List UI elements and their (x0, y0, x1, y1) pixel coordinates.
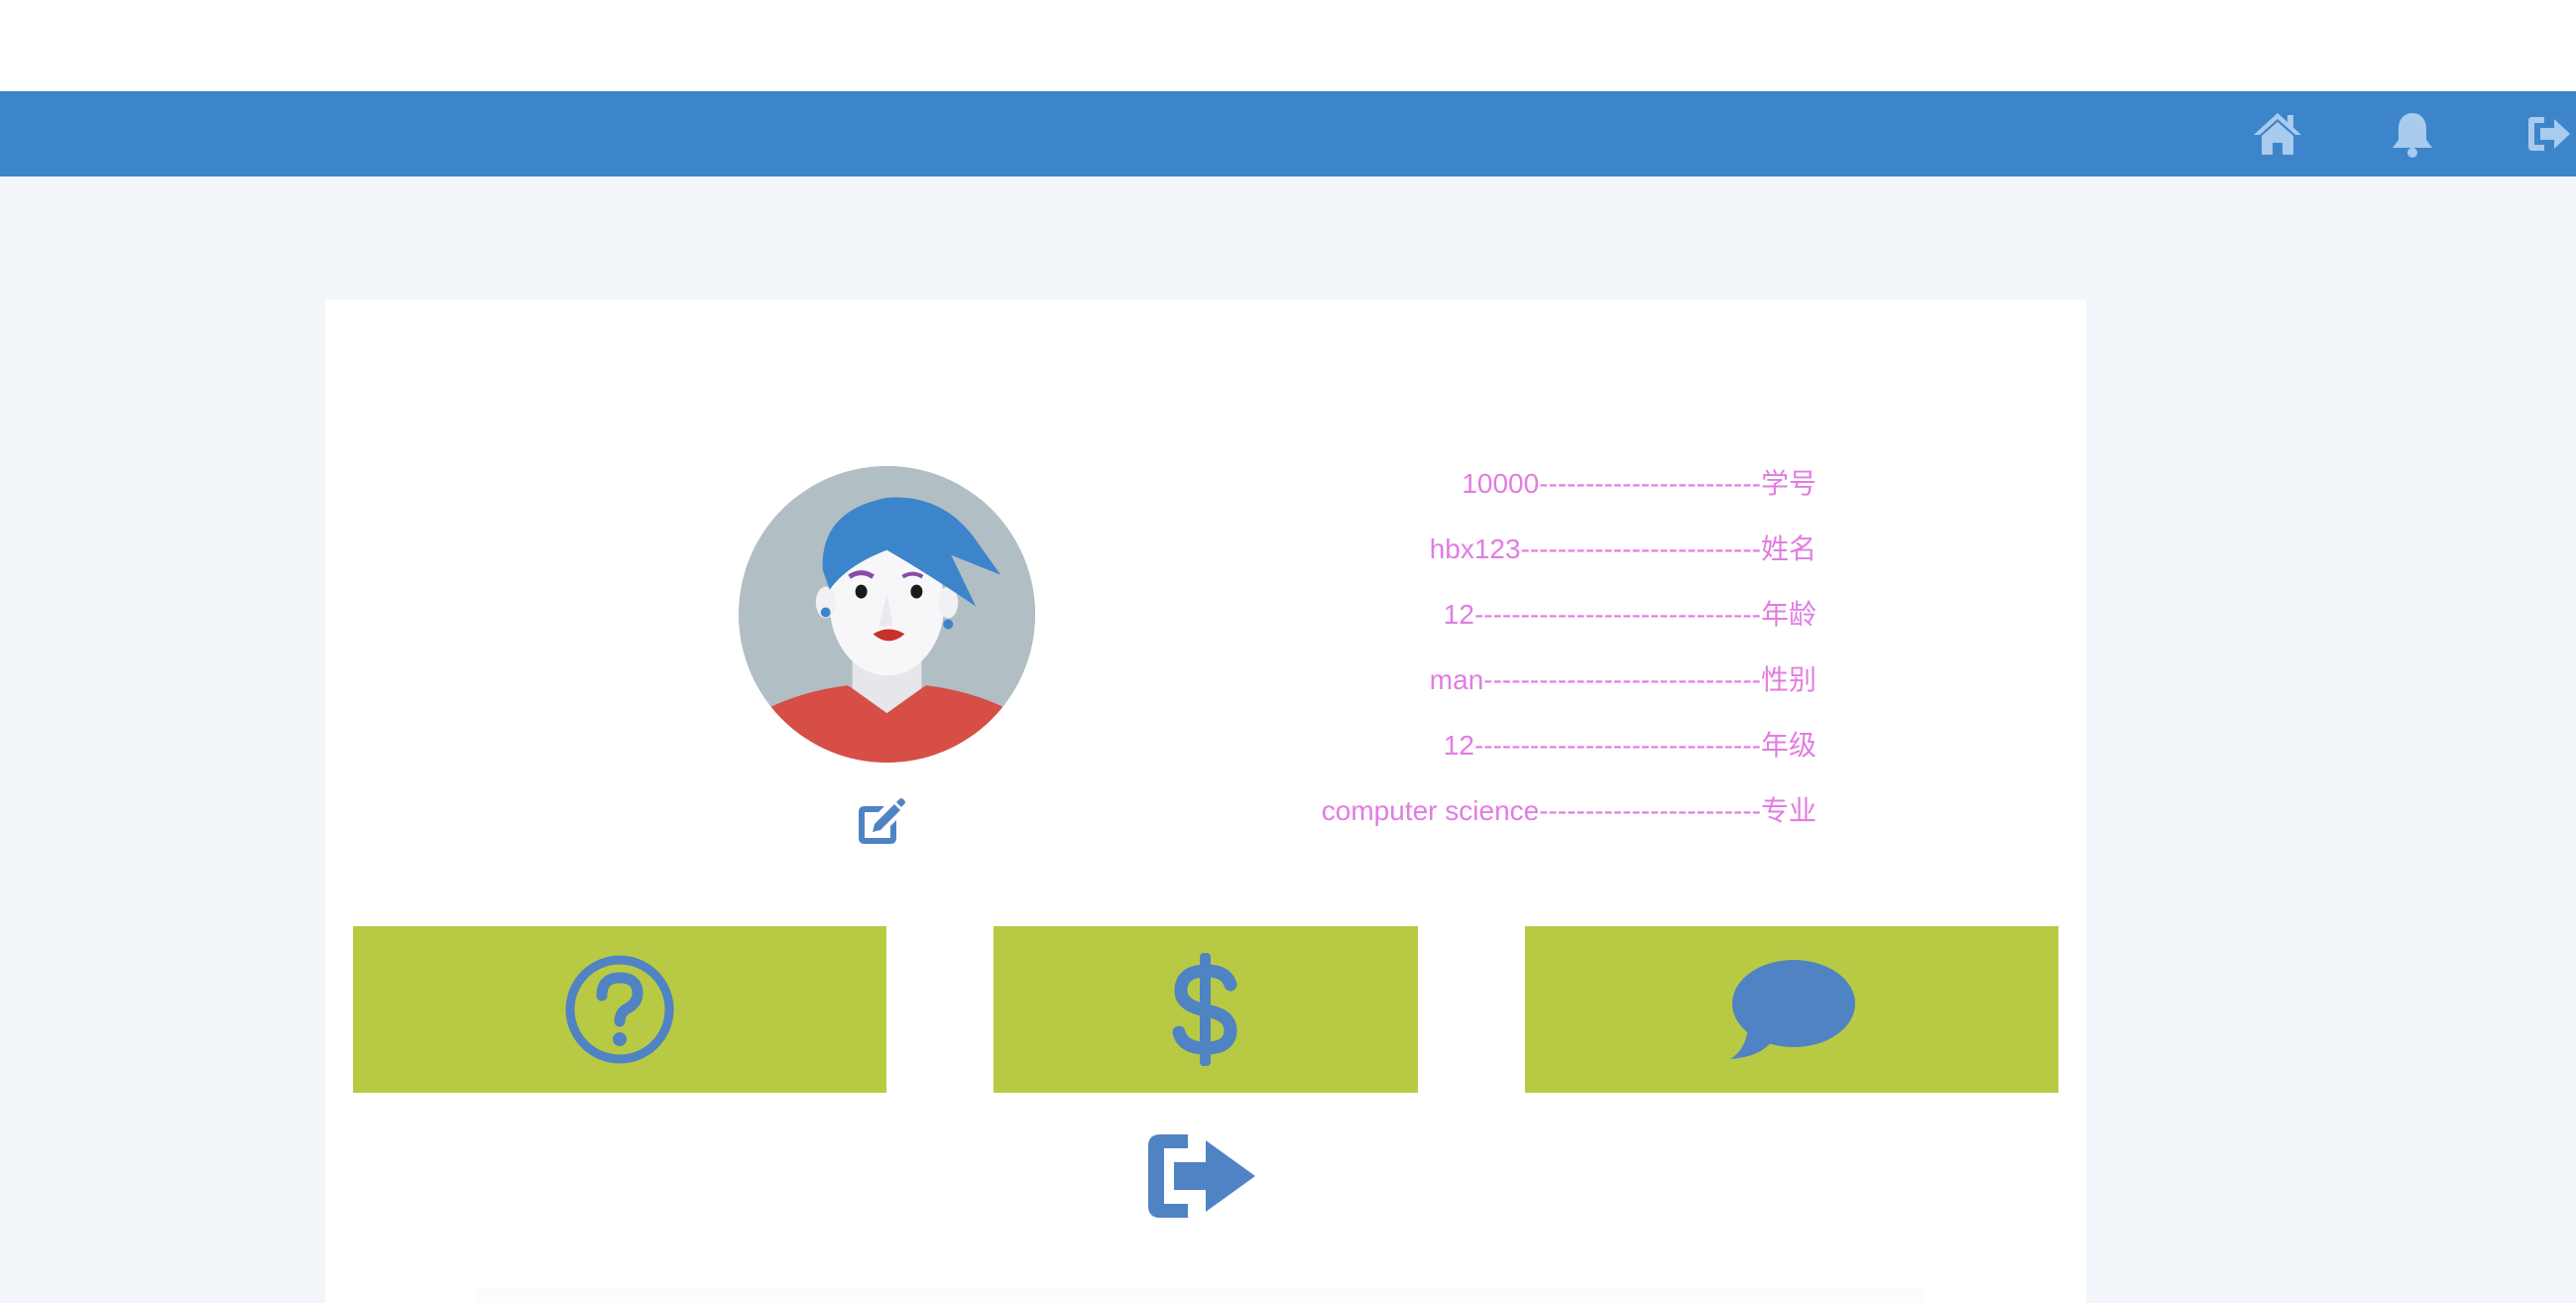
sign-out-icon (1148, 1134, 1255, 1218)
message-tile-button[interactable] (1525, 926, 2058, 1093)
avatar (739, 466, 1035, 763)
field-major: computer science------------------------… (1321, 795, 1816, 826)
logout-button[interactable] (1144, 1130, 1259, 1222)
edit-icon (859, 798, 905, 844)
edit-profile-button[interactable] (855, 796, 906, 848)
payment-tile-button[interactable] (994, 926, 1418, 1093)
top-whitespace (0, 0, 2576, 91)
bottom-divider (476, 1287, 1924, 1303)
field-grade: 12-------------------------------年级 (1443, 730, 1816, 761)
field-age: 12-------------------------------年龄 (1443, 599, 1816, 630)
field-gender: man------------------------------性别 (1429, 664, 1816, 695)
question-circle-icon (565, 955, 674, 1064)
field-name: hbx123--------------------------姓名 (1429, 533, 1816, 564)
field-student-id: 10000------------------------学号 (1462, 468, 1816, 499)
home-icon[interactable] (2252, 109, 2303, 159)
dollar-icon (1172, 953, 1237, 1066)
sign-out-icon[interactable] (2524, 109, 2576, 159)
help-tile-button[interactable] (353, 926, 886, 1093)
comment-icon (1730, 960, 1855, 1059)
bell-icon[interactable] (2387, 109, 2438, 159)
profile-info-list: 10000------------------------学号 hbx123--… (1091, 462, 1816, 855)
top-navbar (0, 91, 2576, 177)
